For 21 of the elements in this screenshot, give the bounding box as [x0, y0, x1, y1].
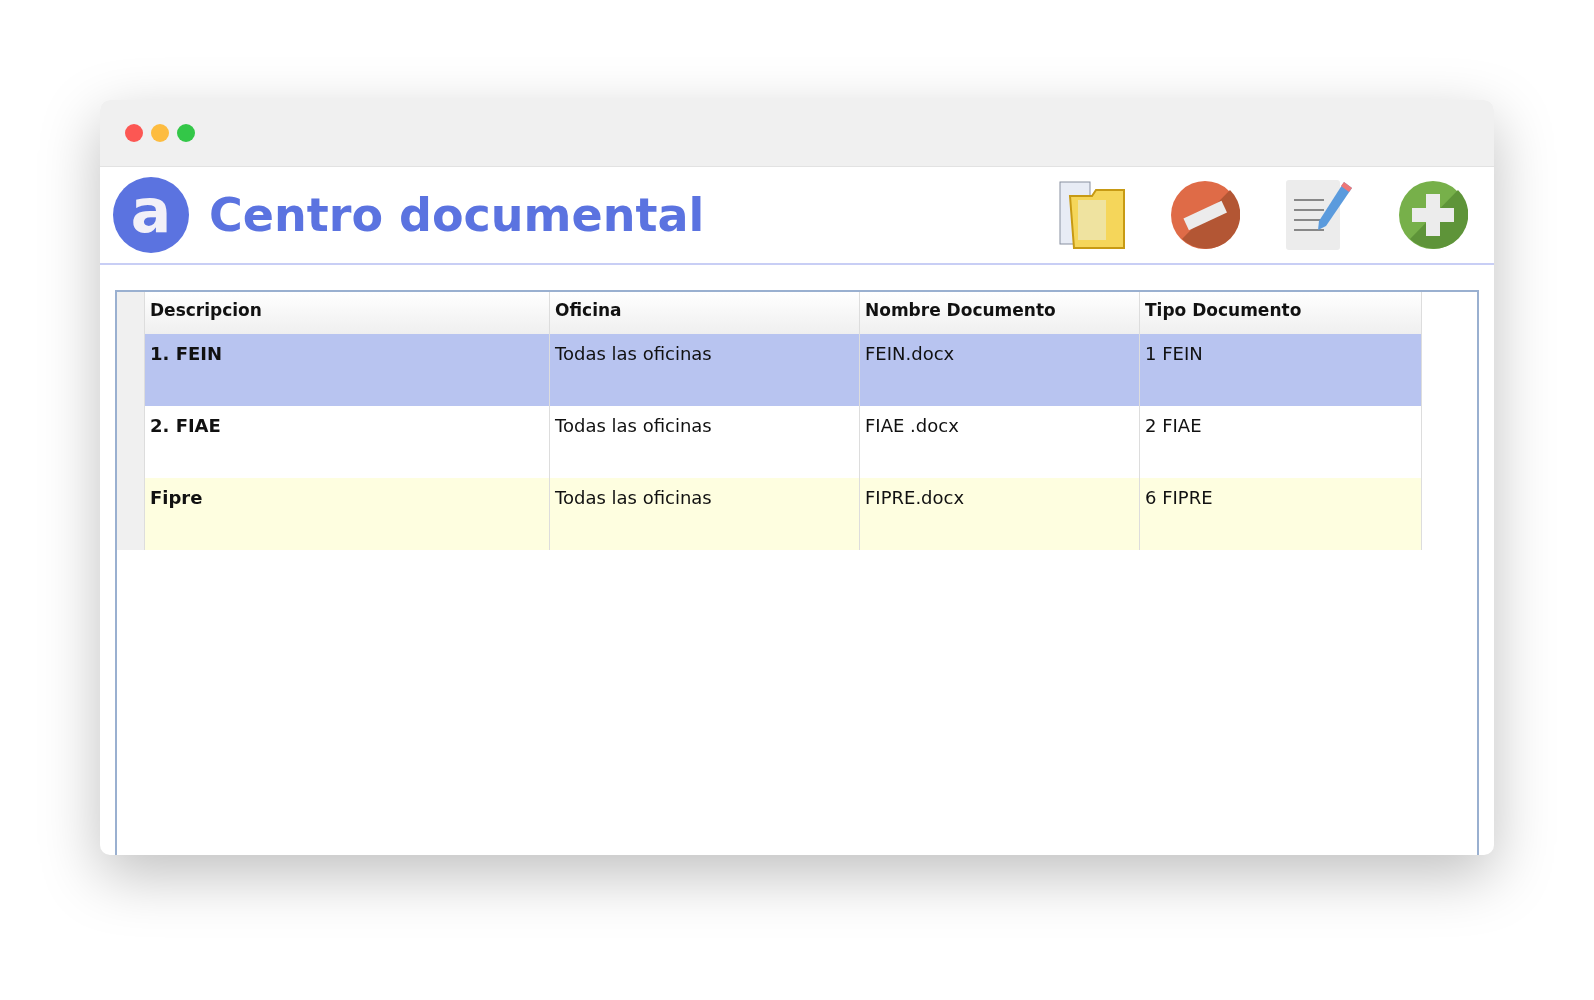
table-cell: Todas las oficinas	[550, 334, 860, 406]
table-cell: 6 FIPRE	[1140, 478, 1422, 550]
column-header[interactable]: Oficina	[550, 292, 860, 334]
minimize-button[interactable]	[151, 124, 169, 142]
maximize-button[interactable]	[177, 124, 195, 142]
remove-icon	[1170, 180, 1240, 250]
column-header[interactable]: Tipo Documento	[1140, 292, 1422, 334]
table-cell: Todas las oficinas	[550, 478, 860, 550]
column-header[interactable]: Descripcion	[145, 292, 550, 334]
table-cell: 1 FEIN	[1140, 334, 1422, 406]
column-header[interactable]: Nombre Documento	[860, 292, 1140, 334]
add-icon	[1398, 180, 1468, 250]
close-button[interactable]	[125, 124, 143, 142]
logo: a	[113, 177, 189, 253]
page-title: Centro documental	[209, 188, 705, 242]
notepad-pencil-icon	[1284, 178, 1354, 252]
table-cell: FEIN.docx	[860, 334, 1140, 406]
table-cell: 1. FEIN	[145, 334, 550, 406]
corner-cell	[117, 292, 145, 334]
table-cell: FIPRE.docx	[860, 478, 1140, 550]
table-cell: Fipre	[145, 478, 550, 550]
